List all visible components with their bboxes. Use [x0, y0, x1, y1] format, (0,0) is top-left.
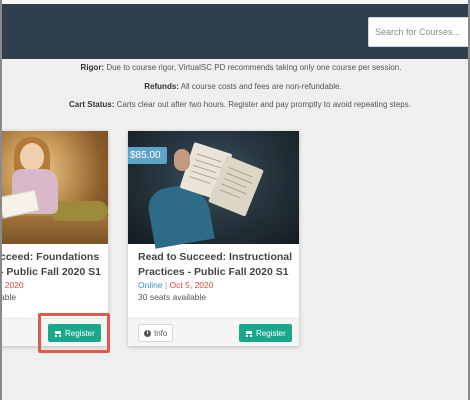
refunds-text: All course costs and fees are non-refund… [178, 82, 342, 91]
course-date: Oct 5, 2020 [169, 280, 214, 290]
cart-icon [245, 330, 253, 337]
course-card: $85.00 Read to Succeed: Instructional Pr… [128, 131, 299, 346]
cart-status-notice: Cart Status: Carts clear out after two h… [5, 100, 470, 109]
course-title-line2[interactable]: Practices - Public Fall 2020 S1 [138, 265, 289, 280]
info-label: Info [154, 328, 168, 338]
card-footer: i Info Register [128, 318, 299, 346]
course-title-line1[interactable]: Read to Succeed: Instructional [138, 250, 292, 265]
refunds-label: Refunds: [144, 82, 179, 91]
course-mode: Online [138, 280, 163, 290]
info-icon: i [144, 329, 151, 337]
course-seats: able [0, 292, 17, 302]
info-button[interactable]: i Info [138, 324, 174, 342]
course-meta: Online | Oct 5, 2020 [138, 280, 214, 290]
register-button[interactable]: Register [239, 324, 292, 342]
refunds-notice: Refunds: All course costs and fees are n… [8, 82, 470, 91]
course-date: , 2020 [0, 280, 24, 290]
cart-status-text: Carts clear out after two hours. Registe… [114, 100, 411, 109]
rigor-notice: Rigor: Due to course rigor, VirtualSC PD… [6, 63, 470, 72]
register-label: Register [256, 328, 286, 338]
meta-separator: | [164, 280, 168, 290]
search-input[interactable] [369, 18, 469, 46]
search-box[interactable] [368, 17, 470, 47]
course-meta: , 2020 [0, 280, 24, 290]
rigor-label: Rigor: [80, 63, 105, 72]
course-image [0, 131, 108, 244]
rigor-text: Due to course rigor, VirtualSC PD recomm… [104, 63, 402, 72]
highlight-annotation [38, 313, 110, 353]
price-badge: $85.00 [128, 147, 167, 164]
course-title-line2[interactable]: - Public Fall 2020 S1 [0, 265, 101, 280]
frame-edge-left [0, 0, 2, 400]
site-header [0, 4, 470, 59]
course-title-line1[interactable]: cceed: Foundations [0, 250, 99, 265]
course-seats: 30 seats available [138, 292, 207, 302]
cart-status-label: Cart Status: [69, 100, 115, 109]
